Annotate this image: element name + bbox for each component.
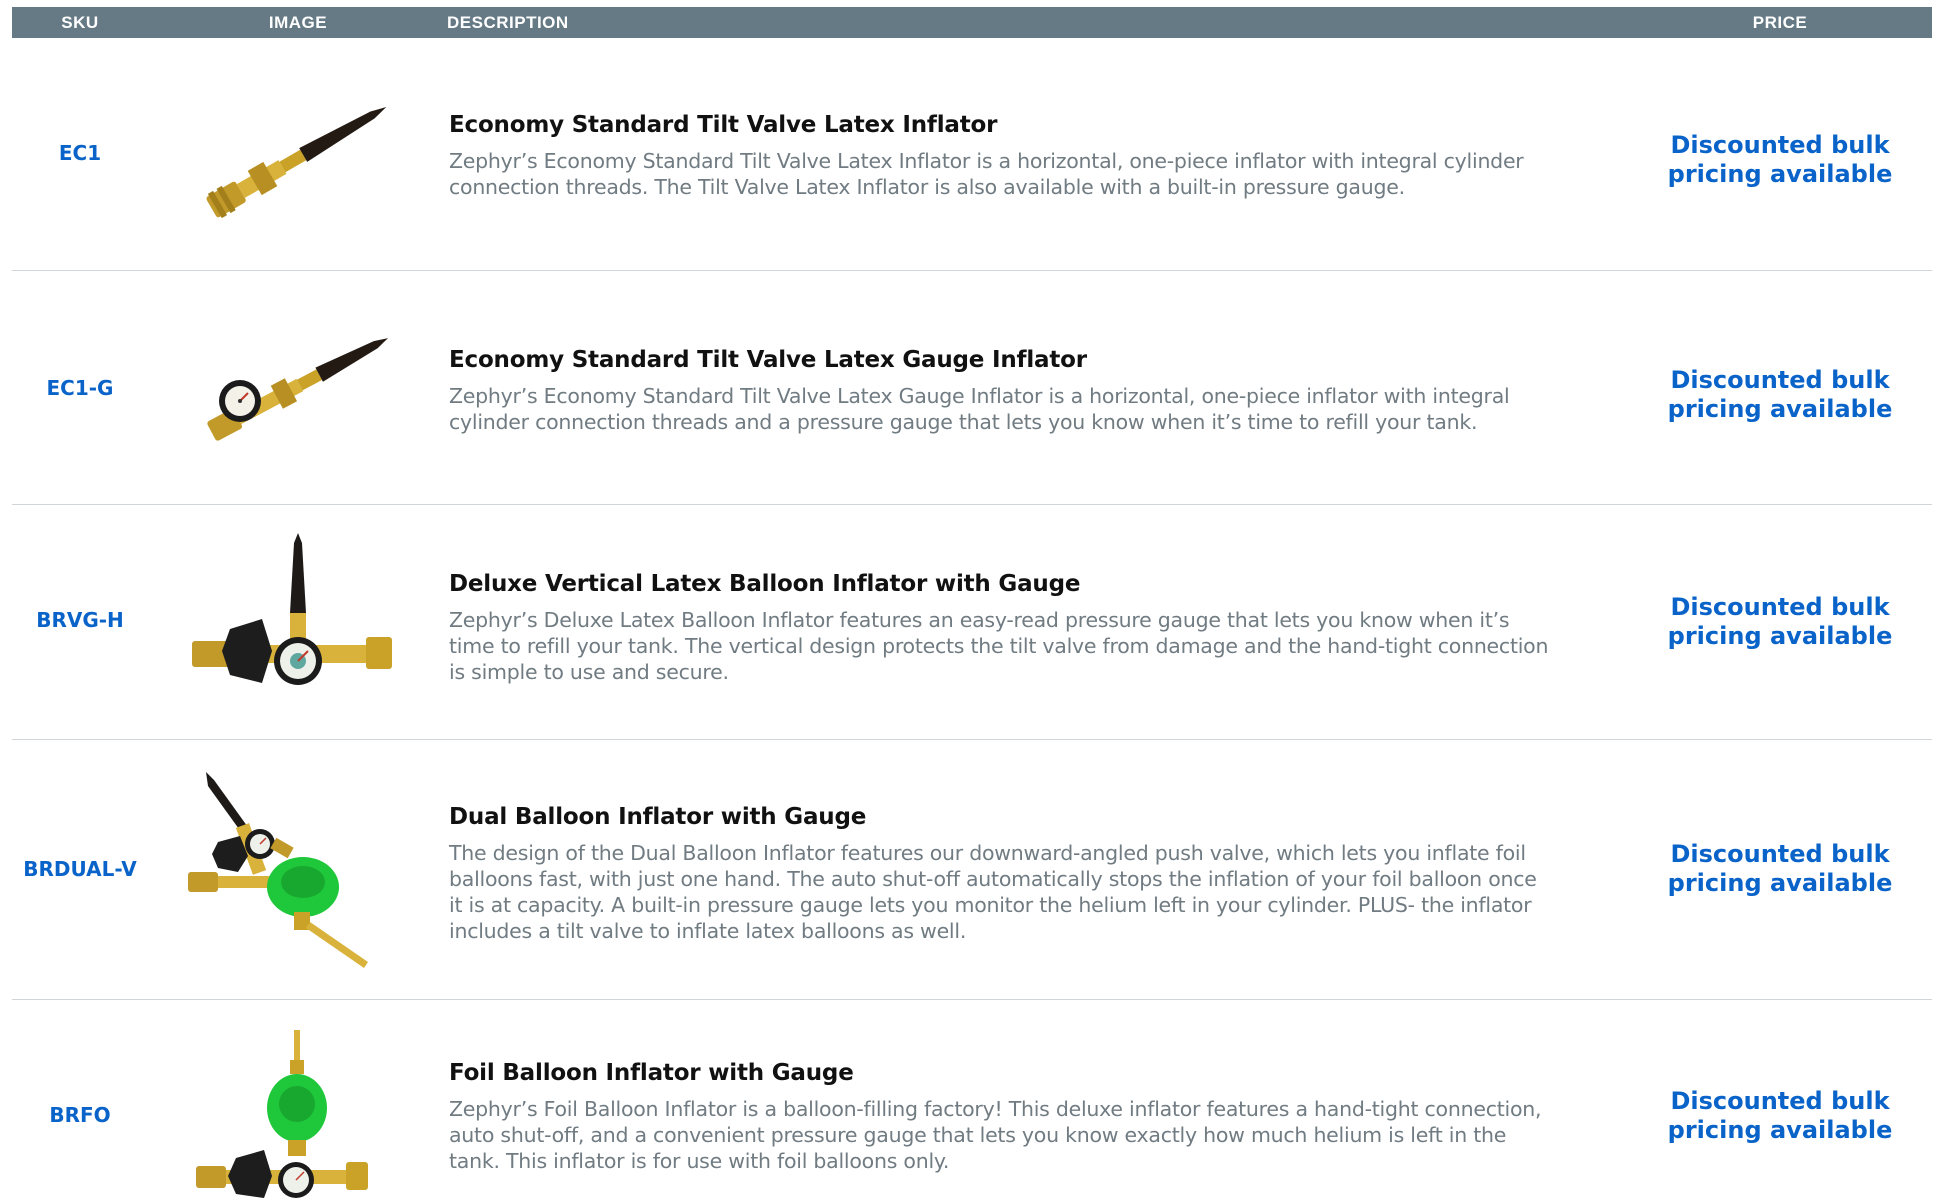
product-title[interactable]: Dual Balloon Inflator with Gauge (449, 804, 1549, 830)
tilt-valve-inflator-icon (206, 107, 387, 219)
vertical-inflator-icon (192, 533, 392, 685)
sku-code[interactable]: BRDUAL-V (12, 857, 148, 881)
price-link[interactable]: Discounted bulk pricing available (1660, 840, 1900, 898)
product-image[interactable] (178, 88, 418, 228)
product-title[interactable]: Deluxe Vertical Latex Balloon Inflator w… (449, 571, 1549, 597)
product-description: Dual Balloon Inflator with Gauge The des… (449, 804, 1549, 944)
product-table: SKU IMAGE DESCRIPTION PRICE EC1 Economy … (12, 7, 1932, 1200)
price-link[interactable]: Discounted bulk pricing available (1660, 593, 1900, 651)
sku-code[interactable]: BRVG-H (12, 608, 148, 632)
product-text: Zephyr’s Deluxe Latex Balloon Inflator f… (449, 608, 1549, 684)
product-description: Foil Balloon Inflator with Gauge Zephyr’… (449, 1060, 1549, 1174)
product-image[interactable] (178, 321, 418, 451)
product-image[interactable] (178, 533, 418, 713)
header-description: DESCRIPTION (447, 13, 569, 32)
gauge-inflator-icon (207, 338, 389, 441)
product-text: The design of the Dual Balloon Inflator … (449, 841, 1537, 943)
table-row: BRFO Foil Balloon Inflator with Gauge Ze… (12, 1000, 1932, 1200)
dual-inflator-icon (188, 772, 368, 968)
product-image[interactable] (178, 772, 418, 972)
header-image: IMAGE (268, 13, 328, 32)
sku-code[interactable]: BRFO (12, 1103, 148, 1127)
product-title[interactable]: Economy Standard Tilt Valve Latex Gauge … (449, 347, 1549, 373)
product-text: Zephyr’s Economy Standard Tilt Valve Lat… (449, 149, 1524, 199)
table-row: EC1 Economy Standard Tilt Valve Latex In… (12, 38, 1932, 271)
table-header: SKU IMAGE DESCRIPTION PRICE (12, 7, 1932, 38)
foil-inflator-icon (196, 1030, 368, 1198)
product-text: Zephyr’s Foil Balloon Inflator is a ball… (449, 1097, 1542, 1173)
header-sku: SKU (61, 13, 99, 32)
product-description: Deluxe Vertical Latex Balloon Inflator w… (449, 571, 1549, 685)
product-image[interactable] (178, 1030, 418, 1200)
table-row: BRVG-H Deluxe Vertical Latex Balloon Inf… (12, 505, 1932, 740)
product-description: Economy Standard Tilt Valve Latex Inflat… (449, 112, 1549, 200)
product-text: Zephyr’s Economy Standard Tilt Valve Lat… (449, 384, 1510, 434)
price-link[interactable]: Discounted bulk pricing available (1660, 1087, 1900, 1145)
header-price: PRICE (1752, 13, 1808, 32)
table-row: BRDUAL-V Dual Balloon Inflator with Gaug… (12, 740, 1932, 1000)
product-description: Economy Standard Tilt Valve Latex Gauge … (449, 347, 1549, 435)
product-title[interactable]: Foil Balloon Inflator with Gauge (449, 1060, 1549, 1086)
price-link[interactable]: Discounted bulk pricing available (1660, 131, 1900, 189)
sku-code[interactable]: EC1 (12, 141, 148, 165)
product-title[interactable]: Economy Standard Tilt Valve Latex Inflat… (449, 112, 1549, 138)
sku-code[interactable]: EC1-G (12, 376, 148, 400)
table-row: EC1-G Economy Standard Tilt Valve Latex … (12, 271, 1932, 505)
price-link[interactable]: Discounted bulk pricing available (1660, 366, 1900, 424)
